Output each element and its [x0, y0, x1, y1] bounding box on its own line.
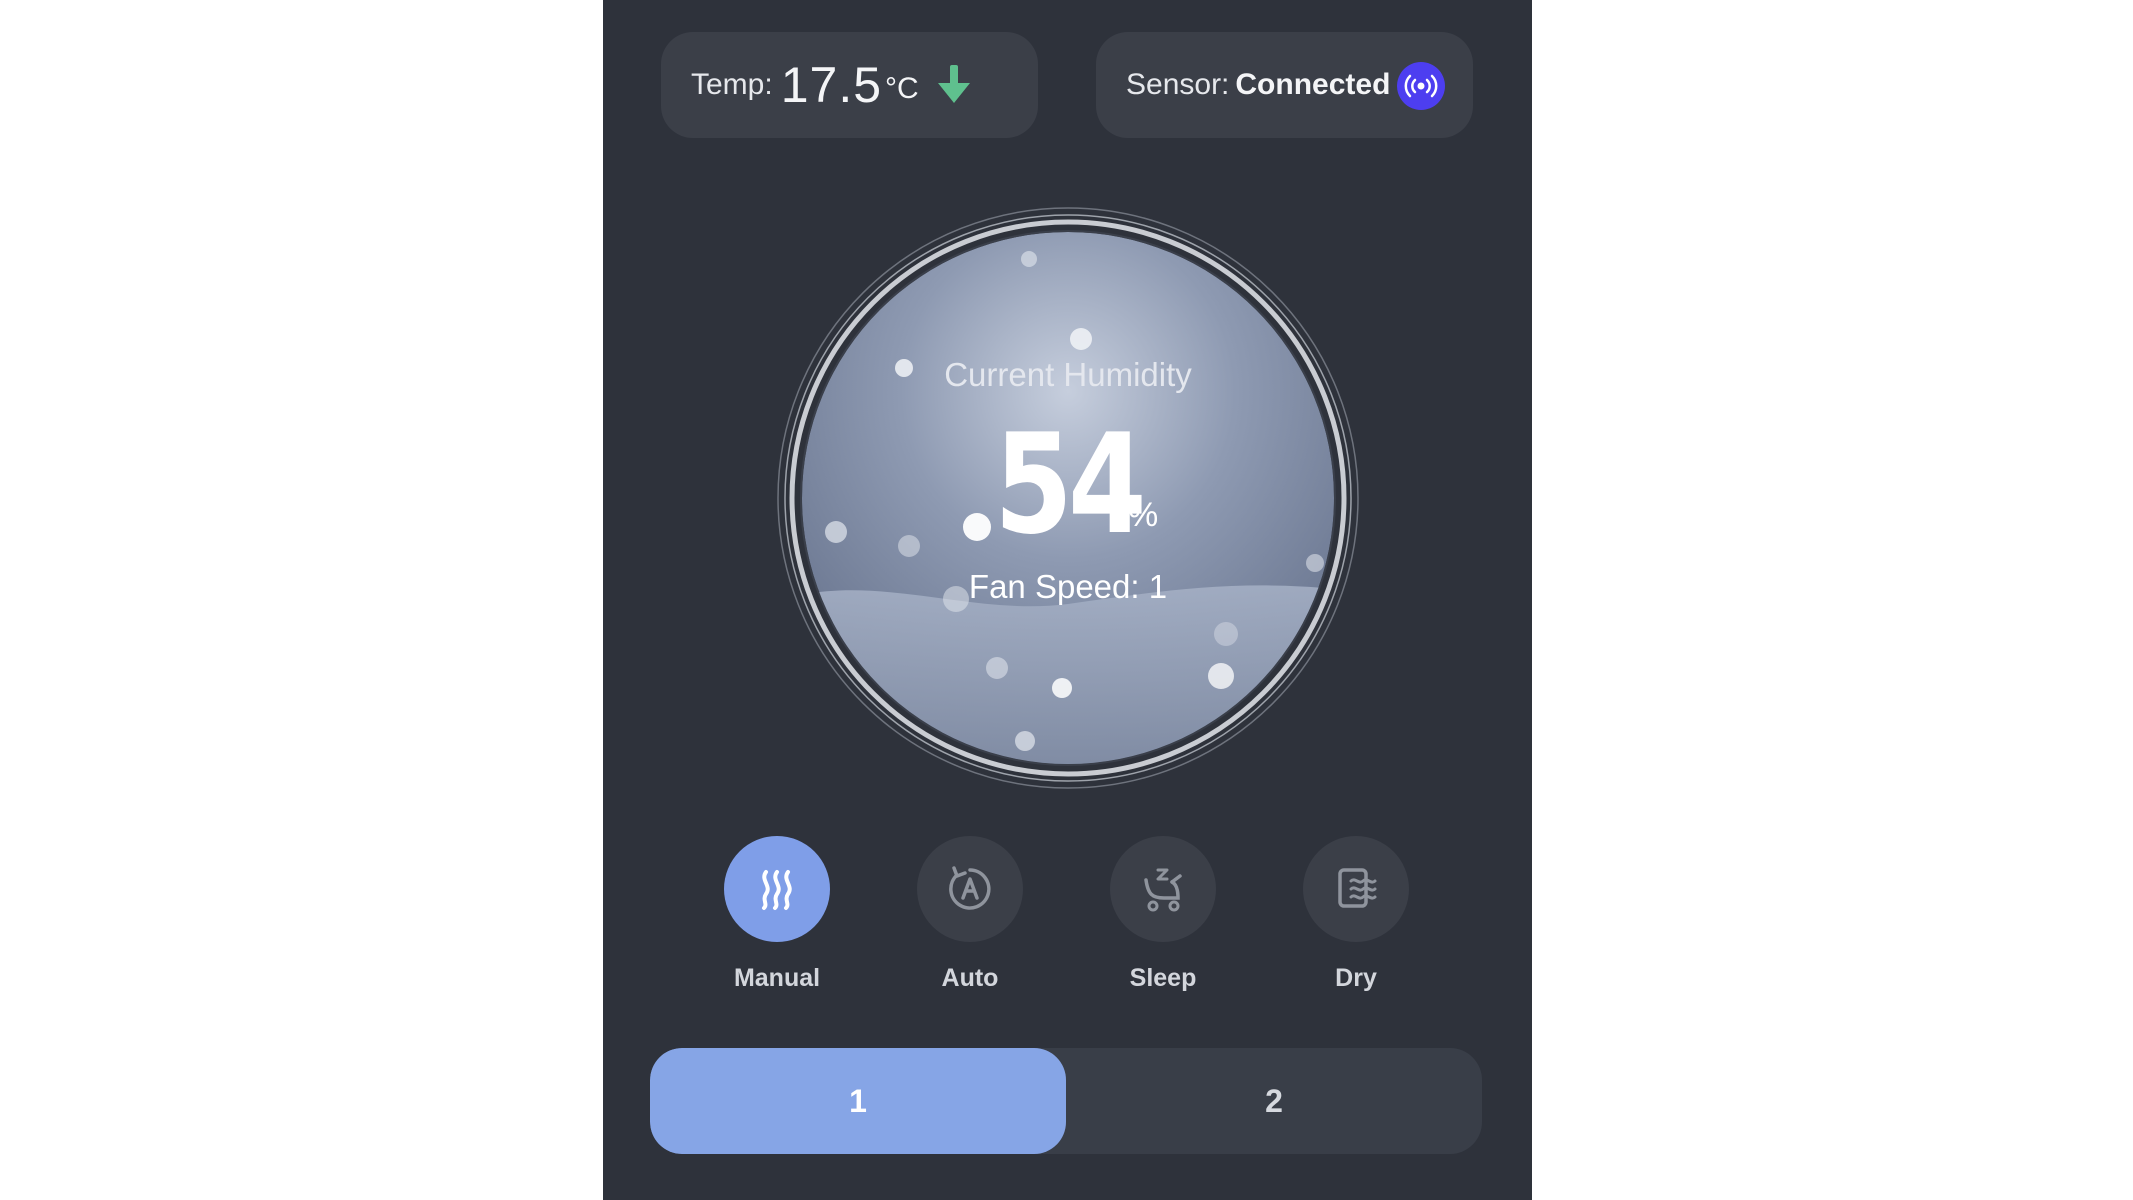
humidity-value: 54	[994, 404, 1147, 565]
arrow-down-icon	[937, 65, 970, 103]
sensor-label: Sensor:	[1126, 68, 1230, 101]
humidity-unit: %	[1128, 496, 1159, 534]
mode-auto-button[interactable]: Auto	[916, 836, 1024, 993]
sensor-card: Sensor: Connected	[1096, 32, 1473, 138]
dry-clothes-icon	[1338, 868, 1377, 908]
stroller-icon	[1144, 868, 1182, 912]
temperature-unit: °C	[885, 72, 919, 105]
humidity-dial: Current Humidity 54 % Fan Speed: 1	[776, 206, 1360, 790]
temperature-label: Temp:	[691, 68, 773, 101]
mode-sleep-button[interactable]: Sleep	[1109, 836, 1217, 993]
mode-dry-label: Dry	[1335, 964, 1377, 992]
mode-manual-button[interactable]: Manual	[723, 836, 831, 993]
mode-sleep-label: Sleep	[1129, 964, 1197, 992]
mode-sleep-circle[interactable]	[1110, 836, 1216, 942]
humidifier-panel: Temp: 17.5 °C Sensor: Connected Current …	[603, 0, 1532, 1200]
fan-speed-option-2[interactable]: 2	[1066, 1048, 1482, 1154]
mode-manual-circle[interactable]	[724, 836, 830, 942]
mode-manual-label: Manual	[733, 964, 821, 992]
mode-auto-label: Auto	[941, 964, 999, 992]
temperature-value: 17.5	[780, 57, 883, 113]
fan-speed-selector: 1 2	[650, 1048, 1482, 1154]
fan-speed-text: Fan Speed: 1	[968, 568, 1168, 605]
auto-mode-icon	[949, 866, 991, 910]
mode-dry-button[interactable]: Dry	[1302, 836, 1410, 993]
steam-icon	[762, 870, 792, 910]
sensor-status: Connected	[1235, 68, 1391, 101]
mode-dry-circle[interactable]	[1303, 836, 1409, 942]
signal-broadcast-icon[interactable]	[1397, 62, 1445, 110]
mode-auto-circle[interactable]	[917, 836, 1023, 942]
temperature-card: Temp: 17.5 °C	[661, 32, 1038, 138]
fan-speed-option-1[interactable]: 1	[650, 1048, 1066, 1154]
humidity-title: Current Humidity	[944, 356, 1192, 393]
